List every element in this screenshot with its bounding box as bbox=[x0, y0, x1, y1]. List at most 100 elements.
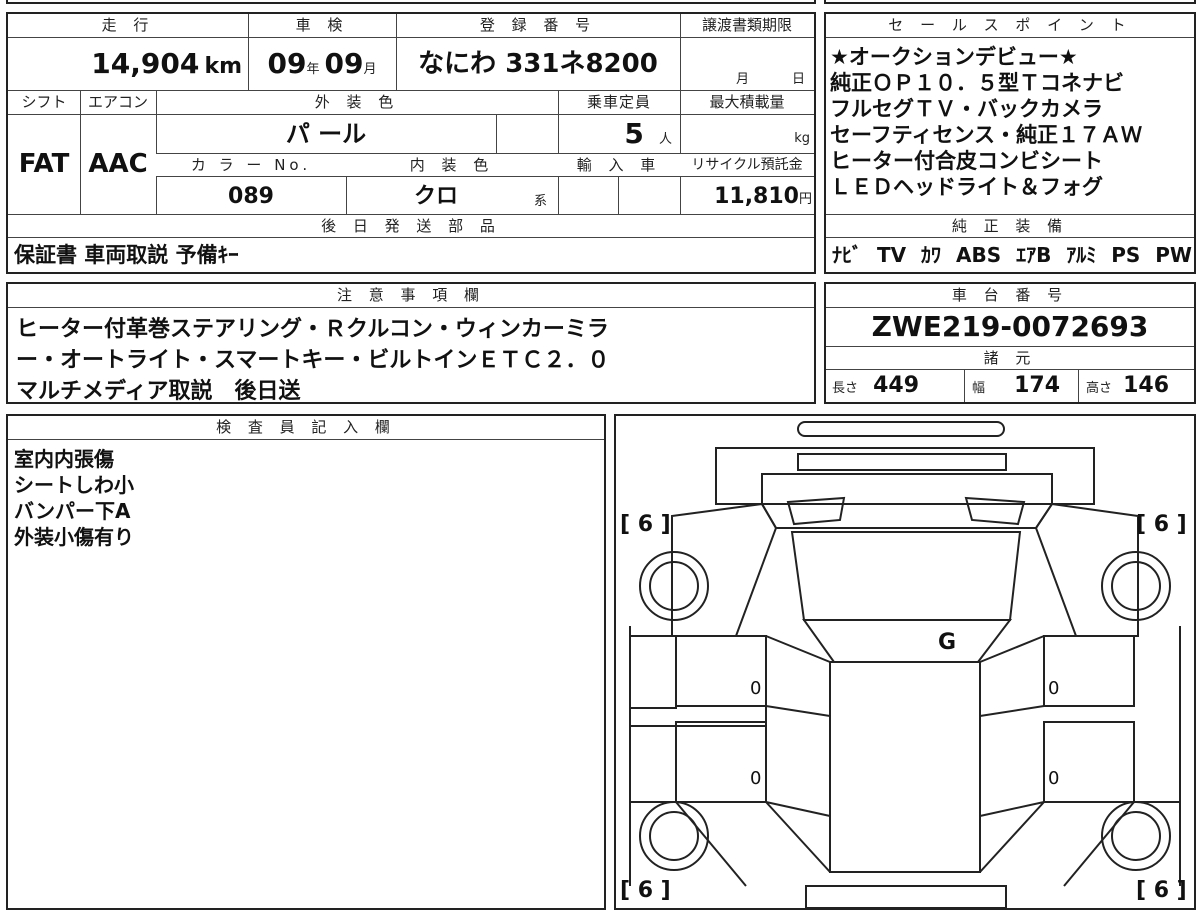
equipment-item: ﾅﾋﾞ bbox=[832, 243, 862, 267]
sales-line: ★オークションデビュー★ bbox=[830, 45, 1078, 69]
inspection-year: 09 bbox=[267, 47, 307, 80]
mileage-unit: km bbox=[204, 54, 242, 79]
chassis-value: ZWE219-0072693 bbox=[871, 310, 1149, 343]
inspector-box: 検 査 員 記 入 欄 室内内張傷 シートしわ小 バンパー下A 外装小傷有り bbox=[6, 414, 606, 910]
tire-fl-label: [ 6 ] bbox=[620, 512, 671, 537]
width-cell: 幅 174 bbox=[972, 373, 1061, 398]
front-bumper bbox=[715, 447, 1095, 505]
roof bbox=[829, 661, 981, 873]
aircon-value: AAC bbox=[88, 149, 148, 179]
inspection-header: 車 検 bbox=[248, 14, 396, 38]
inspector-line: 室内内張傷 bbox=[14, 447, 114, 471]
door-rl-mark: 0 bbox=[750, 768, 762, 789]
wheel-fl-inner bbox=[649, 561, 699, 611]
windshield bbox=[790, 531, 1022, 621]
main-table: 走 行 車 検 登 録 番 号 譲渡書類期限 14,904 km 09年 09月… bbox=[6, 12, 816, 274]
equipment-item: PS bbox=[1111, 243, 1141, 267]
door-fl-mark: 0 bbox=[750, 678, 762, 699]
wheel-fr-inner bbox=[1111, 561, 1161, 611]
sales-points-lines: ★オークションデビュー★ 純正ＯＰ１０．５型Ｔコネナビ フルセグＴＶ・バックカメ… bbox=[826, 40, 1194, 214]
rear-glass bbox=[765, 801, 1045, 873]
tire-rl-label: [ 6 ] bbox=[620, 878, 671, 903]
mileage-header: 走 行 bbox=[8, 14, 248, 38]
length-value: 449 bbox=[873, 373, 920, 398]
top-bar bbox=[797, 421, 1005, 437]
hood bbox=[760, 503, 1054, 529]
mileage-value: 14,904 bbox=[91, 47, 200, 80]
interior-color-value: クロ bbox=[413, 184, 458, 209]
equipment-item: ｱﾙﾐ bbox=[1066, 243, 1097, 267]
transfer-cell: 月 日 bbox=[736, 72, 806, 87]
lamp-right bbox=[964, 496, 1026, 526]
mileage-cell: 14,904 km bbox=[8, 38, 248, 90]
color-no-header: カ ラ ー No. bbox=[156, 154, 346, 177]
equipment-item: ABS bbox=[955, 243, 1002, 267]
sales-line: フルセグＴＶ・バックカメラ bbox=[830, 97, 1103, 121]
length-cell: 長さ 449 bbox=[832, 373, 920, 398]
door-rr-mark: 0 bbox=[1048, 768, 1060, 789]
import-header: 輸 入 車 bbox=[558, 154, 680, 177]
sales-line: ＬＥＤヘッドライト＆フォグ bbox=[830, 175, 1103, 199]
transfer-header: 譲渡書類期限 bbox=[680, 14, 814, 38]
sales-points-header: セ ー ル ス ポ イ ン ト bbox=[826, 14, 1194, 38]
registration-value: なにわ 331ネ8200 bbox=[418, 49, 658, 79]
door-rl-panel bbox=[675, 721, 767, 803]
chassis-header: 車 台 番 号 bbox=[826, 284, 1194, 308]
capacity-header: 乗車定員 bbox=[558, 91, 680, 115]
rear-bumper bbox=[805, 885, 1007, 908]
notes-line: マルチメディア取説 後日送 bbox=[16, 379, 301, 402]
shift-value: FAT bbox=[18, 149, 70, 179]
equipment-item: ｶﾜ bbox=[921, 243, 942, 267]
inspector-line: 外装小傷有り bbox=[14, 525, 134, 549]
notes-header: 注 意 事 項 欄 bbox=[8, 284, 814, 308]
registration-header: 登 録 番 号 bbox=[396, 14, 680, 38]
sales-line: ヒーター付合皮コンビシート bbox=[830, 149, 1103, 173]
inspector-line: バンパー下A bbox=[14, 499, 131, 523]
max-load-header: 最大積載量 bbox=[680, 91, 814, 115]
height-value: 146 bbox=[1123, 373, 1170, 398]
inspector-line: シートしわ小 bbox=[14, 473, 134, 497]
interior-color-header: 内 装 色 bbox=[346, 154, 558, 177]
color-no-value: 089 bbox=[228, 184, 274, 209]
car-diagram-box: [ 6 ] [ 6 ] [ 6 ] [ 6 ] G 0 0 0 0 bbox=[614, 414, 1196, 910]
capacity-cell: 5 人 bbox=[624, 117, 672, 150]
notes-line: ヒーター付革巻ステアリング・Ｒクルコン・ウィンカーミラ bbox=[16, 317, 609, 342]
equipment-item: PW bbox=[1155, 243, 1192, 267]
inspector-lines: 室内内張傷 シートしわ小 バンパー下A 外装小傷有り bbox=[8, 442, 604, 642]
top-strip-right bbox=[824, 0, 1196, 4]
roof-mark: G bbox=[938, 630, 957, 655]
equipment-item: ｴｱB bbox=[1016, 243, 1052, 267]
roof-front bbox=[802, 619, 1013, 663]
recycle-value: 11,810 bbox=[714, 184, 799, 209]
inspection-month: 09 bbox=[324, 47, 364, 80]
exterior-color-value: パ ール bbox=[285, 120, 367, 148]
door-fr-mark: 0 bbox=[1048, 678, 1060, 699]
door-rr-panel bbox=[1043, 721, 1135, 803]
recycle-cell: 11,810円 bbox=[714, 184, 812, 209]
shift-header: シフト bbox=[8, 91, 80, 115]
later-parts-value: 保証書 車両取説 予備ｷｰ bbox=[14, 243, 239, 267]
car-diagram bbox=[629, 421, 1181, 908]
top-strip bbox=[6, 0, 816, 4]
chassis-box: 車 台 番 号 ZWE219-0072693 諸 元 長さ 449 幅 174 … bbox=[824, 282, 1196, 404]
recycle-header: リサイクル預託金 bbox=[680, 154, 814, 177]
inspection-cell: 09年 09月 bbox=[267, 47, 377, 80]
capacity-value: 5 bbox=[624, 117, 644, 150]
tire-rr-label: [ 6 ] bbox=[1136, 878, 1187, 903]
equipment-header: 純 正 装 備 bbox=[826, 215, 1194, 238]
notes-lines: ヒーター付革巻ステアリング・Ｒクルコン・ウィンカーミラ ー・オートライト・スマー… bbox=[8, 310, 814, 402]
equipment-item: TV bbox=[876, 243, 907, 267]
equipment-list: ﾅﾋﾞ TV ｶﾜ ABS ｴｱB ｱﾙﾐ PS PW bbox=[832, 238, 1192, 272]
max-load-unit: kg bbox=[794, 131, 810, 146]
interior-color-unit: 系 bbox=[534, 194, 548, 209]
pillar-right bbox=[979, 635, 1045, 817]
sales-line: 純正ＯＰ１０．５型Ｔコネナビ bbox=[830, 71, 1124, 95]
lamp-left bbox=[786, 496, 846, 526]
notes-box: 注 意 事 項 欄 ヒーター付革巻ステアリング・Ｒクルコン・ウィンカーミラ ー・… bbox=[6, 282, 816, 404]
tire-fr-label: [ 6 ] bbox=[1136, 512, 1187, 537]
later-parts-header: 後 日 発 送 部 品 bbox=[8, 215, 814, 238]
aircon-header: エアコン bbox=[80, 91, 156, 115]
pillar-left bbox=[765, 635, 831, 817]
exterior-color-header: 外 装 色 bbox=[156, 91, 558, 115]
door-fl bbox=[629, 626, 767, 727]
